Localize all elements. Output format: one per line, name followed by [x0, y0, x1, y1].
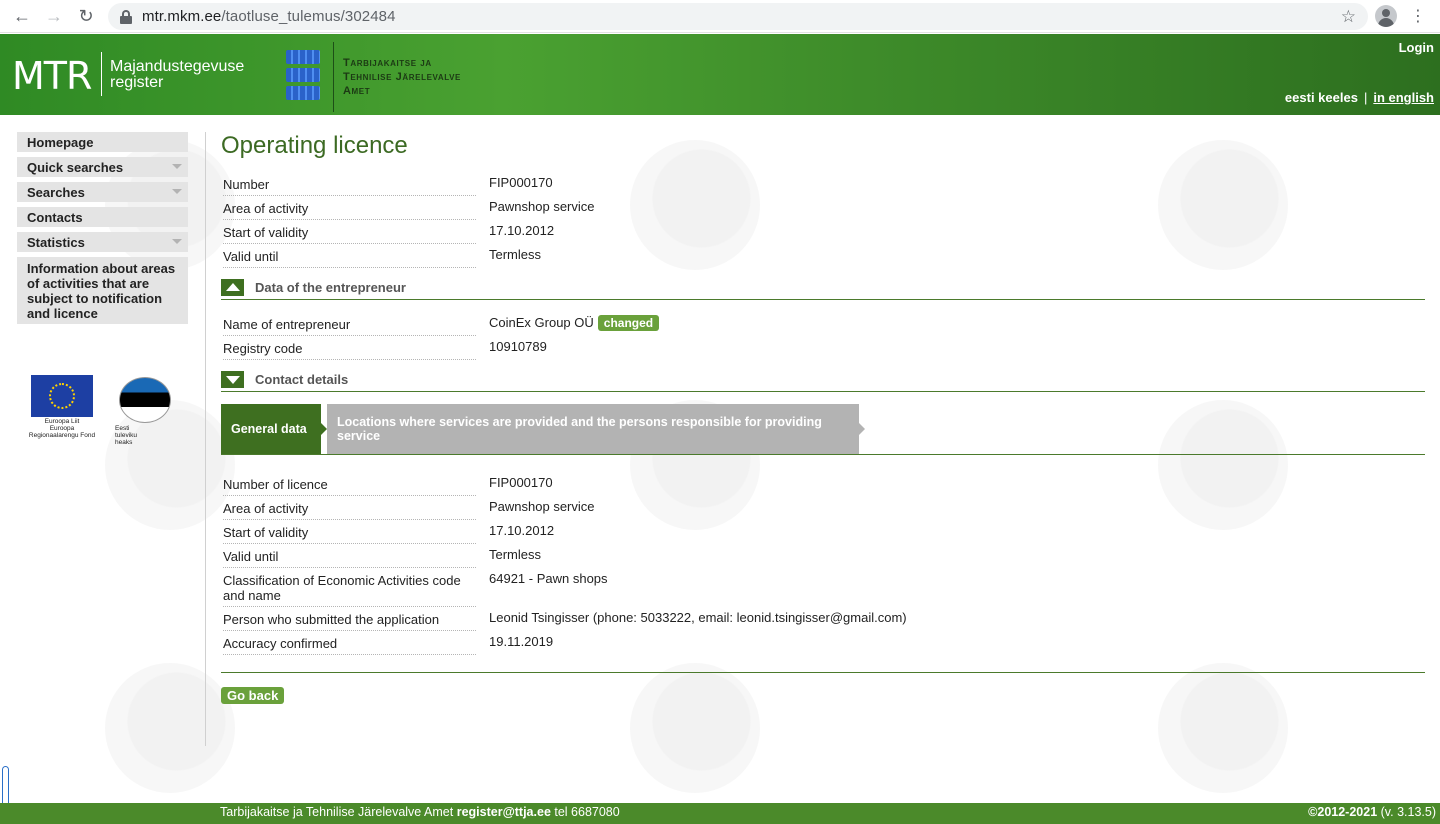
- detail-value: Pawnshop service: [489, 499, 595, 514]
- detail-row: Start of validity 17.10.2012: [221, 220, 1425, 244]
- eu-fund-text: Euroopa Liit Euroopa Regionaalarengu Fon…: [28, 418, 96, 439]
- sidebar-item-quick-searches[interactable]: Quick searches: [17, 157, 188, 177]
- lang-english-link[interactable]: in english: [1373, 90, 1434, 105]
- detail-value: 64921 - Pawn shops: [489, 571, 608, 586]
- detail-label: Start of validity: [223, 220, 476, 244]
- footer-email-link[interactable]: register@ttja.ee: [457, 805, 551, 819]
- mtr-logo[interactable]: MTR: [12, 54, 92, 98]
- agency-divider: [333, 42, 334, 112]
- bookmark-star-icon[interactable]: ☆: [1341, 7, 1356, 27]
- entrepreneur-details: Name of entrepreneur CoinEx Group OÜ chang…: [221, 312, 1425, 360]
- footer-copyright: ©2012-2021 (v. 3.13.5): [1308, 805, 1436, 819]
- general-data-details: Number of licence FIP000170 Area of activ…: [221, 472, 1425, 655]
- browser-toolbar: ← → ↻ mtr.mkm.ee/taotluse_tulemus/302484…: [0, 0, 1440, 33]
- detail-label: Registry code: [223, 336, 476, 360]
- sidebar-item-searches[interactable]: Searches: [17, 182, 188, 202]
- estonian-future-logo-icon: [119, 377, 171, 423]
- detail-label: Name of entrepreneur: [223, 312, 476, 336]
- logo-divider: [101, 52, 102, 96]
- detail-row: Start of validity 17.10.2012: [221, 520, 1425, 544]
- detail-row: Valid until Termless: [221, 544, 1425, 568]
- detail-row: Number FIP000170: [221, 172, 1425, 196]
- address-bar[interactable]: mtr.mkm.ee/taotluse_tulemus/302484 ☆: [108, 3, 1368, 30]
- expand-arrow-icon[interactable]: [221, 371, 244, 388]
- detail-value: 10910789: [489, 339, 547, 354]
- lock-icon: [120, 9, 132, 24]
- detail-value: 19.11.2019: [489, 634, 554, 649]
- detail-row: Person who submitted the application Leon…: [221, 607, 1425, 631]
- content-divider: [221, 672, 1425, 673]
- lang-estonian-link[interactable]: eesti keeles: [1285, 90, 1358, 105]
- detail-row: Number of licence FIP000170: [221, 472, 1425, 496]
- go-back-button[interactable]: Go back: [221, 687, 285, 704]
- detail-label: Number: [223, 172, 476, 196]
- chevron-down-icon: [172, 189, 182, 194]
- footer-contact: Tarbijakaitse ja Tehnilise Järelevalve A…: [220, 805, 620, 819]
- detail-label: Area of activity: [223, 496, 476, 520]
- sidebar-divider: [205, 132, 206, 746]
- detail-label: Person who submitted the application: [223, 607, 476, 631]
- menu-kebab-icon[interactable]: ⋮: [1410, 6, 1426, 26]
- detail-label: Valid until: [223, 544, 476, 568]
- detail-label: Classification of Economic Activities co…: [223, 568, 476, 607]
- sidebar-item-information[interactable]: Information about areas of activities th…: [17, 257, 188, 324]
- section-title: Contact details: [255, 372, 349, 387]
- detail-label: Start of validity: [223, 520, 476, 544]
- back-icon[interactable]: ←: [10, 4, 34, 28]
- detail-label: Number of licence: [223, 472, 476, 496]
- detail-row: Valid until Termless: [221, 244, 1425, 268]
- detail-row: Area of activity Pawnshop service: [221, 496, 1425, 520]
- sidebar-item-statistics[interactable]: Statistics: [17, 232, 188, 252]
- detail-row: Registry code 10910789: [221, 336, 1425, 360]
- eest-tuleviku-text: Eesti tuleviku heaks: [115, 425, 138, 446]
- collapse-arrow-icon[interactable]: [221, 279, 244, 296]
- language-switcher: eesti keeles | in english: [1284, 90, 1434, 105]
- entrepreneur-name[interactable]: CoinEx Group OÜ: [489, 315, 594, 330]
- logo-subtitle: Majandustegevuse register: [110, 58, 245, 91]
- forward-icon[interactable]: →: [42, 4, 66, 28]
- estonia-crest-icon: [286, 50, 320, 100]
- entrepreneur-section-header[interactable]: Data of the entrepreneur: [221, 278, 1425, 300]
- login-link[interactable]: Login: [1399, 40, 1434, 55]
- licence-details: Number FIP000170 Area of activity Pawnshop…: [221, 172, 1425, 268]
- tab-bar: General data Locations where services ar…: [221, 404, 1425, 455]
- detail-row: Accuracy confirmed 19.11.2019: [221, 631, 1425, 655]
- page-title: Operating licence: [221, 132, 408, 159]
- detail-row: Classification of Economic Activities co…: [221, 568, 1425, 607]
- reload-icon[interactable]: ↻: [74, 4, 98, 28]
- site-footer: Tarbijakaitse ja Tehnilise Järelevalve A…: [0, 803, 1440, 824]
- detail-value: FIP000170: [489, 475, 553, 490]
- site-header: MTR Majandustegevuse register Tarbijakai…: [0, 34, 1440, 115]
- detail-label: Accuracy confirmed: [223, 631, 476, 655]
- detail-row: Area of activity Pawnshop service: [221, 196, 1425, 220]
- detail-label: Valid until: [223, 244, 476, 268]
- eu-flag-icon: [31, 375, 93, 417]
- tab-general-data[interactable]: General data: [221, 404, 327, 454]
- tab-locations[interactable]: Locations where services are provided an…: [327, 404, 865, 454]
- detail-value: Termless: [489, 247, 542, 262]
- url-text: mtr.mkm.ee/taotluse_tulemus/302484: [142, 8, 396, 25]
- changed-badge: changed: [597, 315, 660, 331]
- detail-row: Name of entrepreneur CoinEx Group OÜ chang…: [221, 312, 1425, 336]
- sidebar-item-contacts[interactable]: Contacts: [17, 207, 188, 227]
- detail-value: Pawnshop service: [489, 199, 595, 214]
- section-title: Data of the entrepreneur: [255, 280, 406, 295]
- detail-value: 17.10.2012: [489, 523, 555, 538]
- detail-value: 17.10.2012: [489, 223, 555, 238]
- main-content: Operating licence Number FIP000170 Area o…: [221, 132, 1425, 704]
- sidebar-item-homepage[interactable]: Homepage: [17, 132, 188, 152]
- agency-name: Tarbijakaitse ja Tehnilise Järelevalve A…: [343, 57, 461, 97]
- detail-value: FIP000170: [489, 175, 553, 190]
- detail-value: Termless: [489, 547, 542, 562]
- detail-value: CoinEx Group OÜ changed: [489, 315, 660, 331]
- watermark-emblem: [105, 663, 235, 793]
- chevron-down-icon: [172, 239, 182, 244]
- profile-icon[interactable]: [1375, 5, 1397, 27]
- detail-label: Area of activity: [223, 196, 476, 220]
- contact-section-header[interactable]: Contact details: [221, 370, 1425, 392]
- chevron-down-icon: [172, 164, 182, 169]
- detail-value: Leonid Tsingisser (phone: 5033222, email…: [489, 610, 907, 625]
- sidebar-menu: Homepage Quick searches Searches Contact…: [17, 132, 188, 329]
